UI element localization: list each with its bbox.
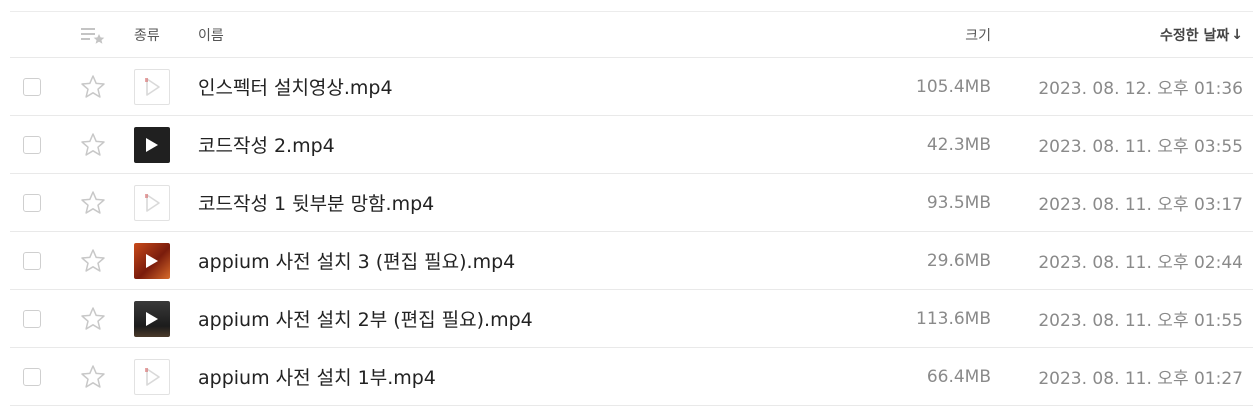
row-checkbox[interactable] <box>23 193 41 212</box>
file-modified: 2023. 08. 11. 오후 02:44 <box>1038 253 1243 273</box>
table-row[interactable]: 코드작성 1 뒷부분 망함.mp4 93.5MB 2023. 08. 11. 오… <box>10 174 1253 232</box>
file-name[interactable]: appium 사전 설치 2부 (편집 필요).mp4 <box>198 305 533 332</box>
video-file-icon <box>134 68 170 105</box>
file-size: 105.4MB <box>916 76 991 97</box>
row-checkbox[interactable] <box>23 135 41 154</box>
video-file-icon <box>134 184 170 221</box>
file-modified: 2023. 08. 11. 오후 01:27 <box>1038 369 1243 389</box>
file-name[interactable]: 인스펙터 설치영상.mp4 <box>198 73 393 100</box>
column-header-size[interactable]: 크기 <box>851 12 991 57</box>
column-header-modified[interactable]: 수정한 날짜 ↓ <box>1003 12 1243 57</box>
file-list: 종류 이름 크기 수정한 날짜 ↓ 인스펙터 설치영상.mp4 105.4MB … <box>0 0 1253 406</box>
file-size: 42.3MB <box>926 134 991 155</box>
row-checkbox[interactable] <box>23 251 41 270</box>
column-header-name[interactable]: 이름 <box>198 12 923 57</box>
column-header-modified-label: 수정한 날짜 <box>1159 27 1230 44</box>
table-row[interactable]: 코드작성 2.mp4 42.3MB 2023. 08. 11. 오후 03:55 <box>10 116 1253 174</box>
file-size: 66.4MB <box>926 366 991 387</box>
star-icon[interactable] <box>80 348 106 405</box>
table-row[interactable]: appium 사전 설치 3 (편집 필요).mp4 29.6MB 2023. … <box>10 232 1253 290</box>
star-icon[interactable] <box>80 232 106 289</box>
file-name[interactable]: appium 사전 설치 1부.mp4 <box>198 363 436 390</box>
file-size: 93.5MB <box>926 192 991 213</box>
file-modified: 2023. 08. 11. 오후 03:17 <box>1038 195 1243 215</box>
file-name[interactable]: 코드작성 2.mp4 <box>198 131 335 158</box>
file-modified: 2023. 08. 11. 오후 01:55 <box>1038 311 1243 331</box>
table-row[interactable]: appium 사전 설치 1부.mp4 66.4MB 2023. 08. 11.… <box>10 348 1253 406</box>
table-row[interactable]: 인스펙터 설치영상.mp4 105.4MB 2023. 08. 12. 오후 0… <box>10 58 1253 116</box>
file-modified: 2023. 08. 12. 오후 01:36 <box>1038 79 1243 99</box>
file-name[interactable]: 코드작성 1 뒷부분 망함.mp4 <box>198 189 434 216</box>
file-size: 29.6MB <box>926 250 991 271</box>
file-list-header: 종류 이름 크기 수정한 날짜 ↓ <box>10 11 1253 58</box>
file-size: 113.6MB <box>916 308 991 329</box>
star-icon[interactable] <box>80 290 106 347</box>
star-icon[interactable] <box>80 58 106 115</box>
column-header-type[interactable]: 종류 <box>134 12 172 57</box>
star-icon[interactable] <box>80 174 106 231</box>
file-name[interactable]: appium 사전 설치 3 (편집 필요).mp4 <box>198 247 515 274</box>
sort-descending-icon: ↓ <box>1231 26 1243 43</box>
video-thumbnail-play-icon <box>134 242 170 279</box>
table-row[interactable]: appium 사전 설치 2부 (편집 필요).mp4 113.6MB 2023… <box>10 290 1253 348</box>
row-checkbox[interactable] <box>23 367 41 386</box>
row-checkbox[interactable] <box>23 77 41 96</box>
favorite-filter-icon[interactable] <box>80 12 106 57</box>
video-thumbnail-play-icon <box>134 126 170 163</box>
video-thumbnail-play-icon <box>134 300 170 337</box>
row-checkbox[interactable] <box>23 309 41 328</box>
star-icon[interactable] <box>80 116 106 173</box>
video-file-icon <box>134 358 170 395</box>
file-modified: 2023. 08. 11. 오후 03:55 <box>1038 137 1243 157</box>
